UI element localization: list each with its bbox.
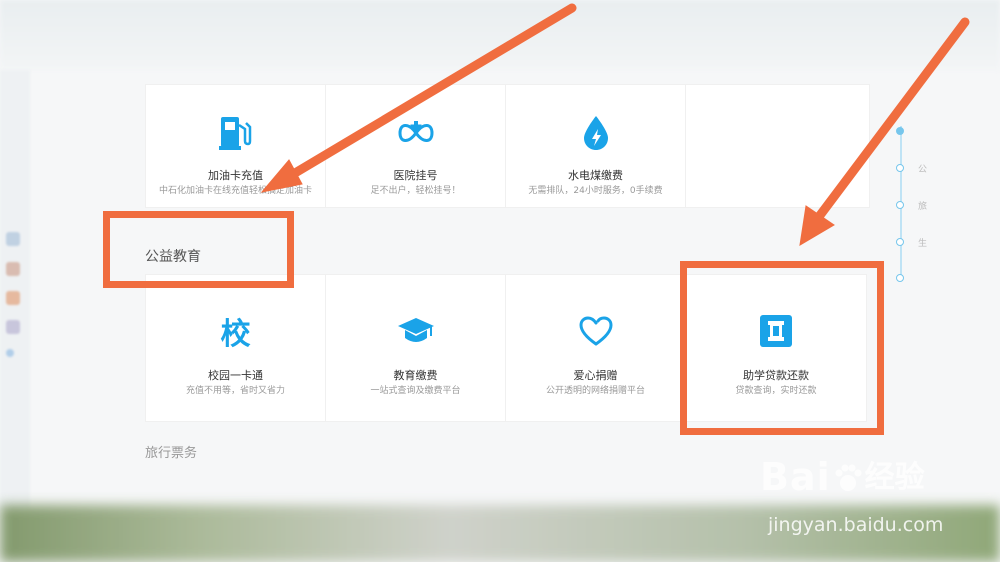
baidu-jingyan-watermark: Bai 经验 jingyan.baidu.com xyxy=(760,452,943,536)
paw-icon xyxy=(833,464,863,494)
watermark-url: jingyan.baidu.com xyxy=(768,514,944,536)
annotation-arrow xyxy=(799,17,970,246)
watermark-brand-cn: 经验 xyxy=(864,460,925,495)
watermark-brand: Bai xyxy=(760,455,831,499)
annotation-arrow xyxy=(260,3,577,193)
